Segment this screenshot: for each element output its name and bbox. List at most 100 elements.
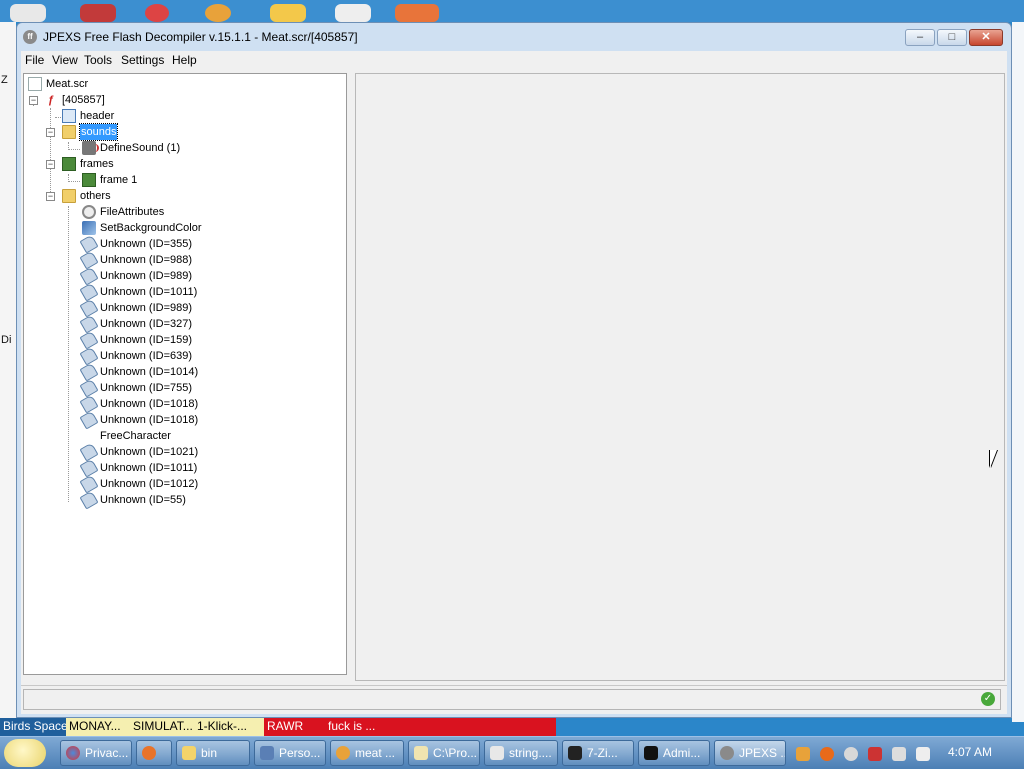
tree-node-label: Unknown (ID=1012) <box>100 478 199 490</box>
taskbar-button[interactable]: string.... <box>484 740 558 766</box>
notification-item[interactable]: SIMULAT... <box>130 718 194 736</box>
desktop-icon[interactable] <box>80 4 116 22</box>
tray-icon[interactable] <box>844 747 858 761</box>
tree-node-label: Unknown (ID=1014) <box>100 366 199 378</box>
menu-help[interactable]: Help <box>172 53 197 67</box>
maximize-button[interactable]: □ <box>937 29 967 46</box>
desktop-icon[interactable] <box>205 4 231 22</box>
notification-item[interactable]: RAWR <box>264 718 322 736</box>
taskbar-button[interactable]: meat ... <box>330 740 404 766</box>
minimize-button[interactable]: – <box>905 29 935 46</box>
taskbar-button-active[interactable]: JPEXS ... <box>714 740 786 766</box>
desktop-left-edge: Z Di <box>0 22 16 722</box>
tree-node-label: Unknown (ID=327) <box>100 318 193 330</box>
notification-item[interactable]: MONAY... <box>66 718 130 736</box>
status-bar: ✓ <box>21 685 1007 714</box>
collapse-toggle[interactable]: − <box>46 192 55 201</box>
clock[interactable]: 4:07 AM <box>948 745 992 759</box>
terminal-icon <box>644 746 658 760</box>
speaker-icon <box>82 141 99 155</box>
tree-node-label: Unknown (ID=989) <box>100 270 193 282</box>
tree-node-label: frame 1 <box>100 174 138 186</box>
tree-line <box>68 149 80 150</box>
preview-panel <box>355 73 1005 681</box>
film-icon <box>62 157 76 171</box>
tag-icon <box>79 330 99 350</box>
taskbar-button[interactable]: Perso... <box>254 740 326 766</box>
main-content: Meat.scr − ƒ [405857] header − sounds De… <box>21 71 1007 685</box>
tray-search-icon[interactable] <box>820 747 834 761</box>
tree-node-label: [405857] <box>62 94 105 106</box>
tag-tree[interactable]: Meat.scr − ƒ [405857] header − sounds De… <box>23 73 347 675</box>
tree-node-label: others <box>80 190 111 202</box>
tree-node-label: Unknown (ID=1018) <box>100 398 199 410</box>
menu-view[interactable]: View <box>52 53 78 67</box>
menu-settings[interactable]: Settings <box>121 53 164 67</box>
menu-bar: File View Tools Settings Help <box>21 51 1007 71</box>
status-ok-icon: ✓ <box>981 692 995 706</box>
taskbar-button[interactable]: Privac... <box>60 740 132 766</box>
tray-icon[interactable] <box>796 747 810 761</box>
taskbar-button[interactable]: bin <box>176 740 250 766</box>
tree-node-label: Unknown (ID=1018) <box>100 414 199 426</box>
tree-node-label: FreeCharacter <box>100 430 171 442</box>
tag-icon <box>79 282 99 302</box>
desktop-icon[interactable] <box>10 4 46 22</box>
document-icon <box>490 746 504 760</box>
tree-line <box>68 181 80 182</box>
tree-node-label: Unknown (ID=55) <box>100 494 186 506</box>
tree-node-label: header <box>80 110 115 122</box>
tag-icon <box>79 394 99 414</box>
tag-icon <box>79 234 99 254</box>
collapse-toggle[interactable]: − <box>46 128 55 137</box>
tree-node-label: sounds <box>78 123 119 141</box>
menu-file[interactable]: File <box>25 53 44 67</box>
tree-node-label: Unknown (ID=989) <box>100 302 193 314</box>
taskbar-button[interactable]: Admi... <box>638 740 710 766</box>
desktop-icon[interactable] <box>270 4 306 22</box>
file-icon <box>28 77 42 91</box>
tree-node-label: Unknown (ID=988) <box>100 254 193 266</box>
taskbar-button[interactable]: 7-Zi... <box>562 740 634 766</box>
tree-node-label: FileAttributes <box>100 206 165 218</box>
desktop-icon[interactable] <box>145 4 169 22</box>
desktop-background <box>0 0 1024 22</box>
tree-node-label: Unknown (ID=1011) <box>100 286 198 298</box>
network-icon[interactable] <box>892 747 906 761</box>
desktop-icon[interactable] <box>335 4 371 22</box>
taskbar-button[interactable] <box>136 740 172 766</box>
tag-icon <box>79 410 99 430</box>
tag-icon <box>79 346 99 366</box>
tag-icon <box>79 442 99 462</box>
notification-item[interactable]: fuck is ... <box>322 718 556 736</box>
collapse-toggle[interactable]: − <box>29 96 38 105</box>
gear-icon <box>82 205 96 219</box>
start-button[interactable] <box>4 739 46 767</box>
notification-item[interactable]: 1-Klick-... <box>194 718 264 736</box>
collapse-toggle[interactable]: − <box>46 160 55 169</box>
title-bar[interactable]: ff JPEXS Free Flash Decompiler v.15.1.1 … <box>17 23 1011 51</box>
tag-icon <box>79 474 99 494</box>
tree-line <box>55 117 61 118</box>
tree-node-label: Unknown (ID=755) <box>100 382 193 394</box>
desktop-label: Di <box>1 334 12 346</box>
ff-logo-icon <box>720 746 734 760</box>
taskbar-button[interactable]: C:\Pro... <box>408 740 480 766</box>
flag-icon[interactable] <box>868 747 882 761</box>
tag-icon <box>79 362 99 382</box>
tag-icon <box>79 298 99 318</box>
archive-icon <box>568 746 582 760</box>
paint-bucket-icon <box>82 221 96 235</box>
tag-icon <box>79 314 99 334</box>
volume-icon[interactable] <box>916 747 930 761</box>
desktop-icon[interactable] <box>395 4 439 22</box>
folder-icon <box>182 746 196 760</box>
tree-node-label: DefineSound (1) <box>100 142 181 154</box>
firefox-icon <box>142 746 156 760</box>
menu-tools[interactable]: Tools <box>84 53 112 67</box>
notification-item[interactable]: Birds Space <box>0 718 68 736</box>
folder-icon <box>62 189 76 203</box>
sound-folder-icon <box>62 125 76 139</box>
tree-node-label: Unknown (ID=355) <box>100 238 193 250</box>
close-button[interactable]: ✕ <box>969 29 1003 46</box>
